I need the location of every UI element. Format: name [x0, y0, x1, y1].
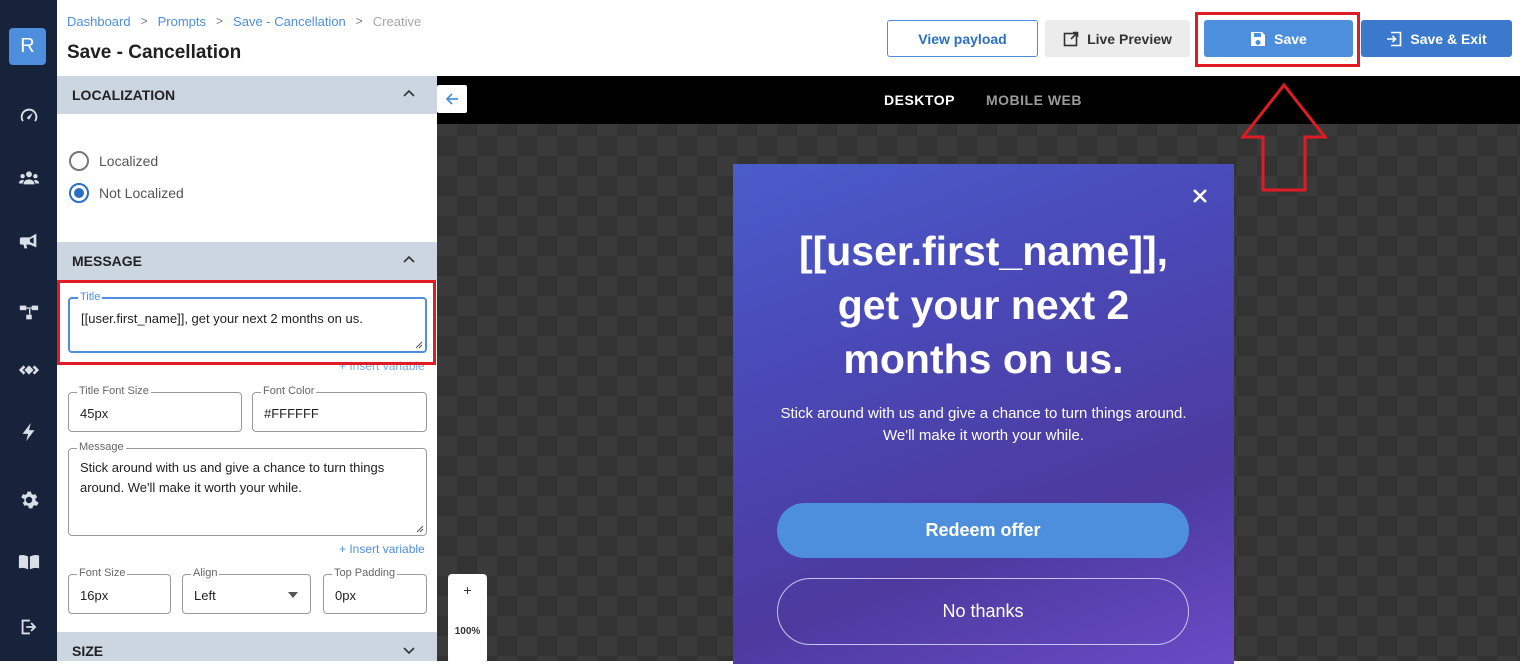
- radio-button-selected[interactable]: [69, 183, 89, 203]
- insert-variable-link[interactable]: + Insert variable: [339, 542, 425, 556]
- collapse-panel-button[interactable]: [437, 85, 467, 113]
- radio-localized[interactable]: Localized: [69, 151, 158, 171]
- message-field-label: Message: [77, 441, 126, 453]
- radio-not-localized[interactable]: Not Localized: [69, 183, 184, 203]
- title-font-size-label: Title Font Size: [77, 385, 151, 397]
- localization-heading: LOCALIZATION: [72, 87, 176, 103]
- preview-title: [[user.first_name]], get your next 2 mon…: [798, 228, 1169, 382]
- message-field-value: Stick around with us and give a chance t…: [80, 460, 385, 495]
- resize-handle-icon[interactable]: [416, 525, 424, 533]
- localization-section-header[interactable]: LOCALIZATION: [57, 76, 437, 114]
- font-size-value: 16px: [80, 588, 109, 603]
- message-heading: MESSAGE: [72, 253, 143, 269]
- top-padding-value: 0px: [335, 588, 356, 603]
- align-select[interactable]: Align Left: [182, 567, 311, 614]
- lightning-icon[interactable]: [0, 420, 57, 444]
- breadcrumb-dashboard[interactable]: Dashboard: [67, 14, 131, 29]
- book-icon[interactable]: [0, 550, 57, 574]
- size-heading: SIZE: [72, 643, 104, 659]
- font-size-label: Font Size: [77, 567, 128, 579]
- chevrons-icon[interactable]: [0, 358, 57, 382]
- radio-localized-label: Localized: [99, 153, 159, 169]
- zoom-control: + 100%: [448, 574, 487, 664]
- chevron-up-icon[interactable]: [403, 88, 415, 100]
- save-and-exit-label: Save & Exit: [1410, 30, 1487, 47]
- title-font-size-field[interactable]: Title Font Size 45px: [68, 385, 242, 432]
- chevron-down-icon[interactable]: [403, 644, 415, 656]
- live-preview-label: Live Preview: [1087, 30, 1172, 47]
- align-value: Left: [194, 588, 216, 603]
- radio-button[interactable]: [69, 151, 89, 171]
- message-textarea[interactable]: Message Stick around with us and give a …: [68, 441, 427, 536]
- align-label: Align: [191, 567, 220, 579]
- page-title: Save - Cancellation: [67, 42, 242, 63]
- annotation-arrow-icon: [1240, 82, 1328, 192]
- settings-panel: LOCALIZATION Localized Not Localized MES…: [57, 76, 437, 661]
- preview-message: Stick around with us and give a chance t…: [780, 405, 1187, 444]
- view-payload-label: View payload: [918, 30, 1007, 47]
- tab-mobile-web[interactable]: MOBILE WEB: [986, 92, 1082, 108]
- live-preview-button[interactable]: Live Preview: [1045, 20, 1190, 57]
- breadcrumb: Dashboard > Prompts > Save - Cancellatio…: [67, 14, 421, 29]
- breadcrumb-separator-icon: >: [355, 14, 363, 28]
- workflow-icon[interactable]: [0, 300, 57, 324]
- save-highlight-box: [1195, 12, 1360, 67]
- breadcrumb-prompt-name[interactable]: Save - Cancellation: [233, 14, 346, 29]
- gear-icon[interactable]: [0, 488, 57, 512]
- device-tab-bar: DESKTOP MOBILE WEB: [437, 76, 1520, 124]
- title-font-size-value: 45px: [80, 406, 109, 421]
- view-payload-button[interactable]: View payload: [887, 20, 1038, 57]
- close-icon[interactable]: [1188, 184, 1212, 208]
- breadcrumb-current: Creative: [372, 14, 422, 29]
- breadcrumb-separator-icon: >: [140, 14, 148, 28]
- megaphone-icon[interactable]: [0, 229, 57, 253]
- dashboard-gauge-icon[interactable]: [0, 104, 57, 128]
- title-highlight-box: [57, 280, 436, 365]
- prompt-preview-modal: [[user.first_name]], get your next 2 mon…: [733, 164, 1234, 664]
- font-color-value: #FFFFFF: [264, 406, 319, 421]
- app-logo[interactable]: R: [9, 28, 46, 65]
- breadcrumb-separator-icon: >: [216, 14, 224, 28]
- zoom-level: 100%: [454, 626, 481, 637]
- radio-not-localized-label: Not Localized: [99, 185, 184, 201]
- message-section-header[interactable]: MESSAGE: [57, 242, 437, 280]
- caret-down-icon: [288, 592, 298, 598]
- breadcrumb-prompts[interactable]: Prompts: [158, 14, 206, 29]
- external-link-icon: [1063, 31, 1079, 46]
- logout-icon[interactable]: [0, 615, 57, 639]
- top-padding-label: Top Padding: [332, 567, 398, 579]
- users-icon[interactable]: [0, 166, 57, 190]
- size-section-header[interactable]: SIZE: [57, 632, 437, 661]
- chevron-up-icon[interactable]: [403, 254, 415, 266]
- exit-icon: [1387, 31, 1402, 46]
- arrow-left-icon: [445, 93, 458, 105]
- font-color-label: Font Color: [261, 385, 317, 397]
- top-padding-field[interactable]: Top Padding 0px: [323, 567, 427, 614]
- save-and-exit-button[interactable]: Save & Exit: [1361, 20, 1512, 57]
- font-color-field[interactable]: Font Color #FFFFFF: [252, 385, 427, 432]
- redeem-offer-button[interactable]: Redeem offer: [777, 503, 1189, 558]
- tab-desktop[interactable]: DESKTOP: [884, 92, 955, 108]
- preview-canvas: DESKTOP MOBILE WEB [[user.first_name]], …: [437, 76, 1520, 664]
- nav-rail: R: [0, 0, 57, 661]
- zoom-in-button[interactable]: +: [448, 582, 487, 598]
- font-size-field[interactable]: Font Size 16px: [68, 567, 171, 614]
- no-thanks-button[interactable]: No thanks: [777, 578, 1189, 645]
